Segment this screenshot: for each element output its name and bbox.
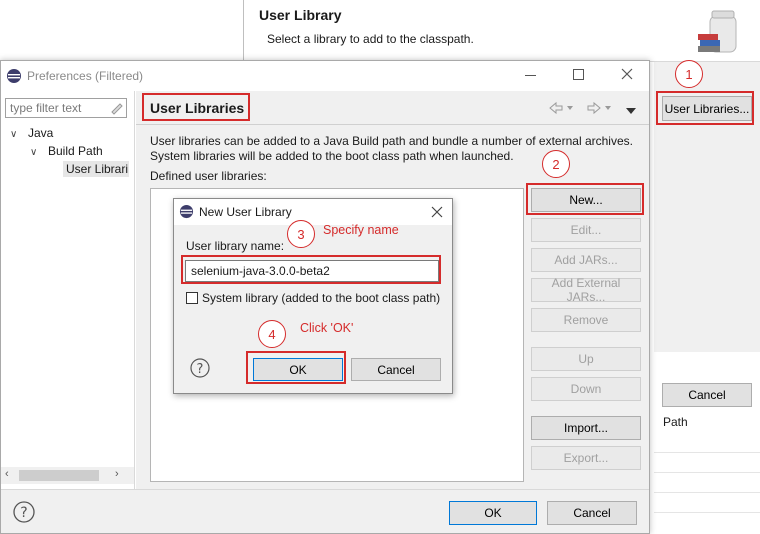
tree-horizontal-scrollbar[interactable]: ‹ › [1, 467, 134, 484]
chevron-left-icon[interactable]: ‹ [5, 468, 9, 480]
tree-item-java[interactable]: Java [28, 126, 53, 140]
highlight-new-button [526, 183, 644, 215]
scrollbar-thumb[interactable] [19, 470, 99, 481]
chevron-right-icon[interactable]: › [115, 468, 119, 480]
back-arrow-icon[interactable] [548, 101, 574, 115]
background-cancel-button[interactable]: Cancel [662, 383, 752, 407]
system-library-label: System library (added to the boot class … [202, 291, 441, 305]
dialog-title: New User Library [199, 205, 292, 219]
preferences-left-pane: type filter text ∨ Java ∨ Build Path Use… [1, 91, 135, 489]
add-jars-button[interactable]: Add JARs... [531, 248, 641, 272]
remove-button[interactable]: Remove [531, 308, 641, 332]
eclipse-icon [6, 68, 22, 84]
view-menu-icon[interactable] [626, 104, 636, 114]
minimize-icon[interactable] [525, 75, 536, 76]
preferences-cancel-button[interactable]: Cancel [547, 501, 637, 525]
description-line-2: System libraries will be added to the bo… [150, 149, 514, 163]
import-button[interactable]: Import... [531, 416, 641, 440]
highlight-ok-button [246, 351, 346, 384]
tree-item-user-libraries[interactable]: User Librari [63, 161, 129, 177]
maximize-icon[interactable] [573, 69, 584, 80]
background-list [654, 432, 760, 532]
forward-arrow-icon[interactable] [586, 101, 612, 115]
preferences-window-title: Preferences (Filtered) [27, 69, 144, 83]
step-4-badge: 4 [258, 320, 286, 348]
description-line-1: User libraries can be added to a Java Bu… [150, 134, 633, 148]
clear-filter-icon[interactable] [109, 101, 123, 115]
click-ok-annotation: Click 'OK' [300, 321, 354, 335]
close-icon[interactable] [430, 205, 444, 219]
background-wizard-title: User Library [259, 7, 342, 23]
svg-text:?: ? [20, 505, 27, 521]
filter-placeholder: type filter text [10, 101, 82, 115]
preferences-bottom-bar: ? OK Cancel [1, 489, 649, 533]
background-wizard-subtitle: Select a library to add to the classpath… [267, 32, 474, 46]
highlight-name-input [181, 255, 441, 284]
specify-name-annotation: Specify name [323, 223, 399, 237]
background-wizard-header: User Library Select a library to add to … [244, 0, 760, 62]
library-jar-icon [696, 8, 742, 56]
highlight-page-title [142, 93, 250, 121]
step-3-badge: 3 [287, 220, 315, 248]
dialog-cancel-button[interactable]: Cancel [351, 358, 441, 381]
preferences-title-bar: Preferences (Filtered) [1, 61, 649, 91]
chevron-down-icon[interactable]: ∨ [10, 129, 17, 140]
add-external-jars-button[interactable]: Add External JARs... [531, 276, 641, 304]
chevron-down-icon[interactable]: ∨ [30, 147, 37, 158]
eclipse-icon [179, 204, 194, 219]
help-icon[interactable]: ? [13, 501, 35, 523]
up-button[interactable]: Up [531, 347, 641, 371]
system-library-checkbox[interactable] [186, 292, 198, 304]
highlight-user-libraries-button [656, 91, 754, 125]
help-icon[interactable]: ? [190, 358, 210, 378]
preferences-ok-button[interactable]: OK [449, 501, 537, 525]
dialog-title-bar: New User Library [174, 199, 452, 225]
tree-item-build-path[interactable]: Build Path [48, 144, 103, 158]
step-1-badge: 1 [675, 60, 703, 88]
step-2-badge: 2 [542, 150, 570, 178]
svg-text:?: ? [197, 362, 204, 377]
close-icon[interactable] [619, 66, 635, 82]
edit-button[interactable]: Edit... [531, 218, 641, 242]
defined-libraries-label: Defined user libraries: [150, 169, 267, 183]
library-name-label: User library name: [186, 239, 285, 253]
background-path-text: Path [663, 415, 688, 429]
filter-input[interactable]: type filter text [5, 98, 127, 118]
export-button[interactable]: Export... [531, 446, 641, 470]
down-button[interactable]: Down [531, 377, 641, 401]
